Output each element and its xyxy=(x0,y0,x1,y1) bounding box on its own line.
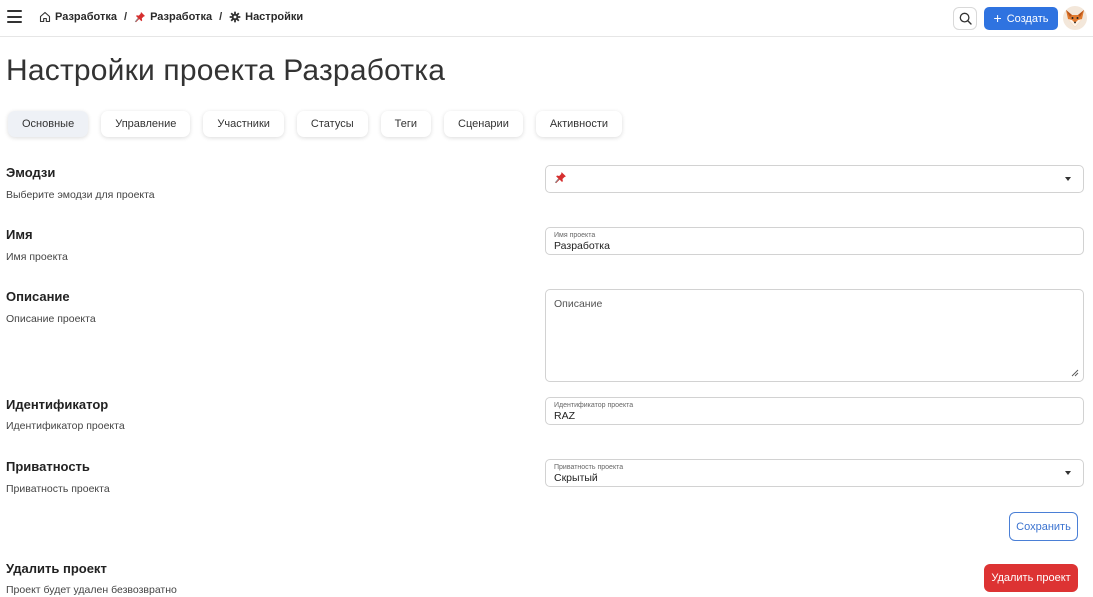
save-button[interactable]: Сохранить xyxy=(1009,512,1078,541)
identifier-setting-title: Идентификатор xyxy=(6,397,109,412)
project-privacy-select[interactable]: Приватность проекта Скрытый xyxy=(545,459,1084,487)
project-identifier-field[interactable]: Идентификатор проекта RAZ xyxy=(545,397,1084,425)
tab-activities[interactable]: Активности xyxy=(535,111,623,137)
tab-members[interactable]: Участники xyxy=(203,111,284,137)
breadcrumb-item-project[interactable]: Разработка xyxy=(39,11,117,23)
avatar[interactable] xyxy=(1063,6,1087,30)
search-icon xyxy=(959,12,972,25)
search-button[interactable] xyxy=(953,7,977,30)
emoji-setting-title: Эмодзи xyxy=(6,165,56,180)
description-setting-title: Описание xyxy=(6,289,70,304)
settings-tabs: Основные Управление Участники Статусы Те… xyxy=(8,111,623,137)
tab-scenarios[interactable]: Сценарии xyxy=(444,111,523,137)
project-name-field[interactable]: Имя проекта Разработка xyxy=(545,227,1084,255)
privacy-setting-description: Приватность проекта xyxy=(6,483,110,495)
tab-statuses[interactable]: Статусы xyxy=(296,111,368,137)
tab-tags[interactable]: Теги xyxy=(380,111,431,137)
emoji-setting-description: Выберите эмодзи для проекта xyxy=(6,189,155,201)
breadcrumb-label: Разработка xyxy=(55,11,117,23)
breadcrumb: Разработка / Разработка / Настройки xyxy=(39,11,303,23)
create-button[interactable]: + Создать xyxy=(984,7,1058,30)
name-setting-title: Имя xyxy=(6,227,33,242)
project-identifier-field-label: Идентификатор проекта xyxy=(554,402,634,409)
breadcrumb-label: Настройки xyxy=(245,11,304,23)
home-icon xyxy=(39,11,51,23)
project-description-textarea[interactable]: Описание xyxy=(545,289,1084,382)
top-bar: Разработка / Разработка / Настройки + Со… xyxy=(0,0,1093,37)
breadcrumb-item-settings[interactable]: Настройки xyxy=(229,11,303,23)
project-name-value: Разработка xyxy=(554,240,610,252)
pushpin-icon xyxy=(554,172,566,184)
delete-project-button[interactable]: Удалить проект xyxy=(984,564,1078,592)
privacy-setting-title: Приватность xyxy=(6,459,90,474)
description-setting-description: Описание проекта xyxy=(6,313,96,325)
name-setting-description: Имя проекта xyxy=(6,251,68,263)
chevron-down-icon xyxy=(1065,177,1071,181)
identifier-setting-description: Идентификатор проекта xyxy=(6,420,125,432)
tab-general[interactable]: Основные xyxy=(8,111,89,137)
project-privacy-value: Скрытый xyxy=(554,472,598,484)
resize-handle-icon[interactable] xyxy=(1071,369,1079,377)
chevron-down-icon xyxy=(1065,471,1071,475)
breadcrumb-separator: / xyxy=(124,11,128,23)
emoji-select[interactable] xyxy=(545,165,1084,193)
breadcrumb-separator: / xyxy=(219,11,223,23)
project-privacy-field-label: Приватность проекта xyxy=(554,464,624,471)
tab-management[interactable]: Управление xyxy=(101,111,191,137)
emoji-select-value xyxy=(554,171,567,187)
project-identifier-value: RAZ xyxy=(554,410,575,422)
pushpin-icon xyxy=(134,11,146,23)
project-description-placeholder: Описание xyxy=(554,298,603,310)
breadcrumb-item-project-emoji[interactable]: Разработка xyxy=(134,11,212,23)
gear-icon xyxy=(229,11,241,23)
plus-icon: + xyxy=(993,10,1002,26)
page-title: Настройки проекта Разработка xyxy=(6,54,446,87)
project-name-field-label: Имя проекта xyxy=(554,232,596,239)
delete-project-description: Проект будет удален безвозвратно xyxy=(6,584,177,596)
create-button-label: Создать xyxy=(1006,12,1049,25)
breadcrumb-label: Разработка xyxy=(150,11,213,23)
delete-project-title: Удалить проект xyxy=(6,561,107,576)
hamburger-menu-icon[interactable] xyxy=(7,10,22,24)
fox-avatar-icon xyxy=(1066,10,1084,27)
